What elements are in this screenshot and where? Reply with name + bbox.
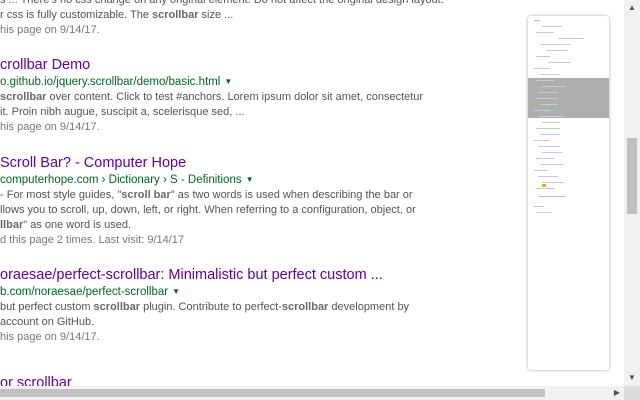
minimap-line — [542, 26, 562, 27]
result-3: Scroll Bar? - Computer Hope computerhope… — [0, 154, 520, 248]
minimap-line — [536, 32, 554, 33]
dropdown-arrow-icon[interactable]: ▼ — [172, 287, 180, 296]
snippet-keyword: scrollbar — [0, 91, 47, 103]
minimap-line — [546, 50, 568, 51]
minimap-line — [542, 86, 566, 87]
snippet-line: scrollbar over content. Click to test #a… — [0, 91, 424, 103]
snippet-keyword: scrollbar — [93, 301, 141, 313]
result-url-text: b.com/noraesae/perfect-scrollbar — [0, 286, 169, 298]
page-minimap[interactable] — [528, 16, 609, 370]
result-visited: d this page 2 times. Last visit: 9/14/17 — [0, 234, 185, 246]
result-title-link[interactable]: Scroll Bar? - Computer Hope — [0, 154, 520, 172]
dropdown-arrow-icon[interactable]: ▼ — [246, 175, 254, 184]
snippet-line: r css is fully customizable. The scrollb… — [0, 9, 234, 21]
minimap-line — [534, 170, 548, 171]
snippet-line: but perfect custom scrollbar plugin. Con… — [0, 301, 410, 313]
minimap-line — [536, 56, 550, 57]
snippet-keyword: llbar — [0, 219, 24, 231]
result-1: s ... There's no css change on any origi… — [0, 0, 520, 38]
result-2: crollbar Demo o.github.io/jquery.scrollb… — [0, 56, 520, 135]
minimap-line — [542, 182, 564, 183]
snippet-line: - For most style guides, "scroll bar" as… — [0, 189, 413, 201]
result-title-link[interactable]: crollbar Demo — [0, 56, 520, 74]
result-url: computerhope.com › Dictionary › S - Defi… — [0, 172, 520, 188]
minimap-line — [558, 38, 584, 39]
vertical-scrollbar[interactable]: ▲ ▼ — [624, 0, 640, 386]
minimap-line — [538, 116, 564, 117]
minimap-line — [540, 164, 564, 165]
minimap-line — [542, 122, 560, 123]
result-url-text: computerhope.com › Dictionary › S - Defi… — [0, 174, 242, 186]
scrollbar-corner — [624, 386, 640, 400]
result-url-text: o.github.io/jquery.scrollbar/demo/basic.… — [0, 76, 221, 88]
result-snippet: - For most style guides, "scroll bar" as… — [0, 188, 520, 233]
minimap-line — [536, 98, 558, 99]
minimap-line — [536, 80, 554, 81]
minimap-line — [538, 92, 558, 93]
dropdown-arrow-icon[interactable]: ▼ — [224, 77, 232, 86]
minimap-line — [540, 134, 560, 135]
result-snippet: scrollbar over content. Click to test #a… — [0, 90, 520, 120]
snippet-line: llows you to scroll, up, down, left, or … — [0, 204, 416, 216]
scroll-down-icon[interactable]: ▼ — [624, 370, 640, 386]
minimap-line — [540, 104, 558, 105]
minimap-line — [540, 74, 560, 75]
result-visited: his page on 9/14/17. — [0, 24, 100, 36]
minimap-line — [542, 152, 562, 153]
horizontal-scrollbar-thumb[interactable] — [0, 389, 545, 397]
scroll-up-icon[interactable]: ▲ — [624, 0, 640, 16]
minimap-marker — [542, 184, 546, 187]
result-snippet: s ... There's no css change on any origi… — [0, 0, 520, 23]
minimap-line — [538, 196, 566, 197]
search-results: s ... There's no css change on any origi… — [0, 0, 520, 386]
minimap-line — [534, 20, 540, 21]
result-url: o.github.io/jquery.scrollbar/demo/basic.… — [0, 74, 520, 90]
vertical-scrollbar-thumb[interactable] — [627, 138, 637, 214]
result-url: b.com/noraesae/perfect-scrollbar ▼ — [0, 284, 520, 300]
snippet-line: it. Proin nibh augue, suscipit a, sceler… — [0, 106, 245, 118]
snippet-line: llbar" as one word is used. — [0, 219, 132, 231]
snippet-keyword: scrollbar — [281, 301, 329, 313]
result-5: or scrollbar — [0, 374, 520, 386]
minimap-line — [538, 146, 560, 147]
minimap-line — [534, 68, 550, 69]
result-4: oraesae/perfect-scrollbar: Minimalistic … — [0, 266, 520, 345]
result-visited: his page on 9/14/17. — [0, 331, 100, 343]
minimap-line — [538, 176, 558, 177]
minimap-line — [536, 128, 560, 129]
snippet-keyword: scroll bar — [121, 189, 171, 201]
result-title-link[interactable]: or scrollbar — [0, 374, 520, 386]
minimap-line — [548, 62, 570, 63]
minimap-line — [536, 188, 554, 189]
minimap-line — [540, 44, 570, 45]
horizontal-scrollbar[interactable]: ▶ — [0, 386, 624, 400]
minimap-line — [534, 140, 550, 141]
scroll-right-icon[interactable]: ▶ — [610, 386, 624, 400]
minimap-line — [534, 110, 550, 111]
result-title-link[interactable]: oraesae/perfect-scrollbar: Minimalistic … — [0, 266, 520, 284]
result-visited: his page on 9/14/17. — [0, 121, 100, 133]
snippet-keyword: scrollbar — [152, 9, 199, 21]
snippet-line: s ... There's no css change on any origi… — [0, 0, 444, 6]
snippet-line: account on GitHub. — [0, 316, 95, 328]
minimap-line — [534, 206, 544, 207]
minimap-line — [536, 212, 552, 213]
minimap-line — [536, 158, 554, 159]
result-snippet: but perfect custom scrollbar plugin. Con… — [0, 300, 520, 330]
